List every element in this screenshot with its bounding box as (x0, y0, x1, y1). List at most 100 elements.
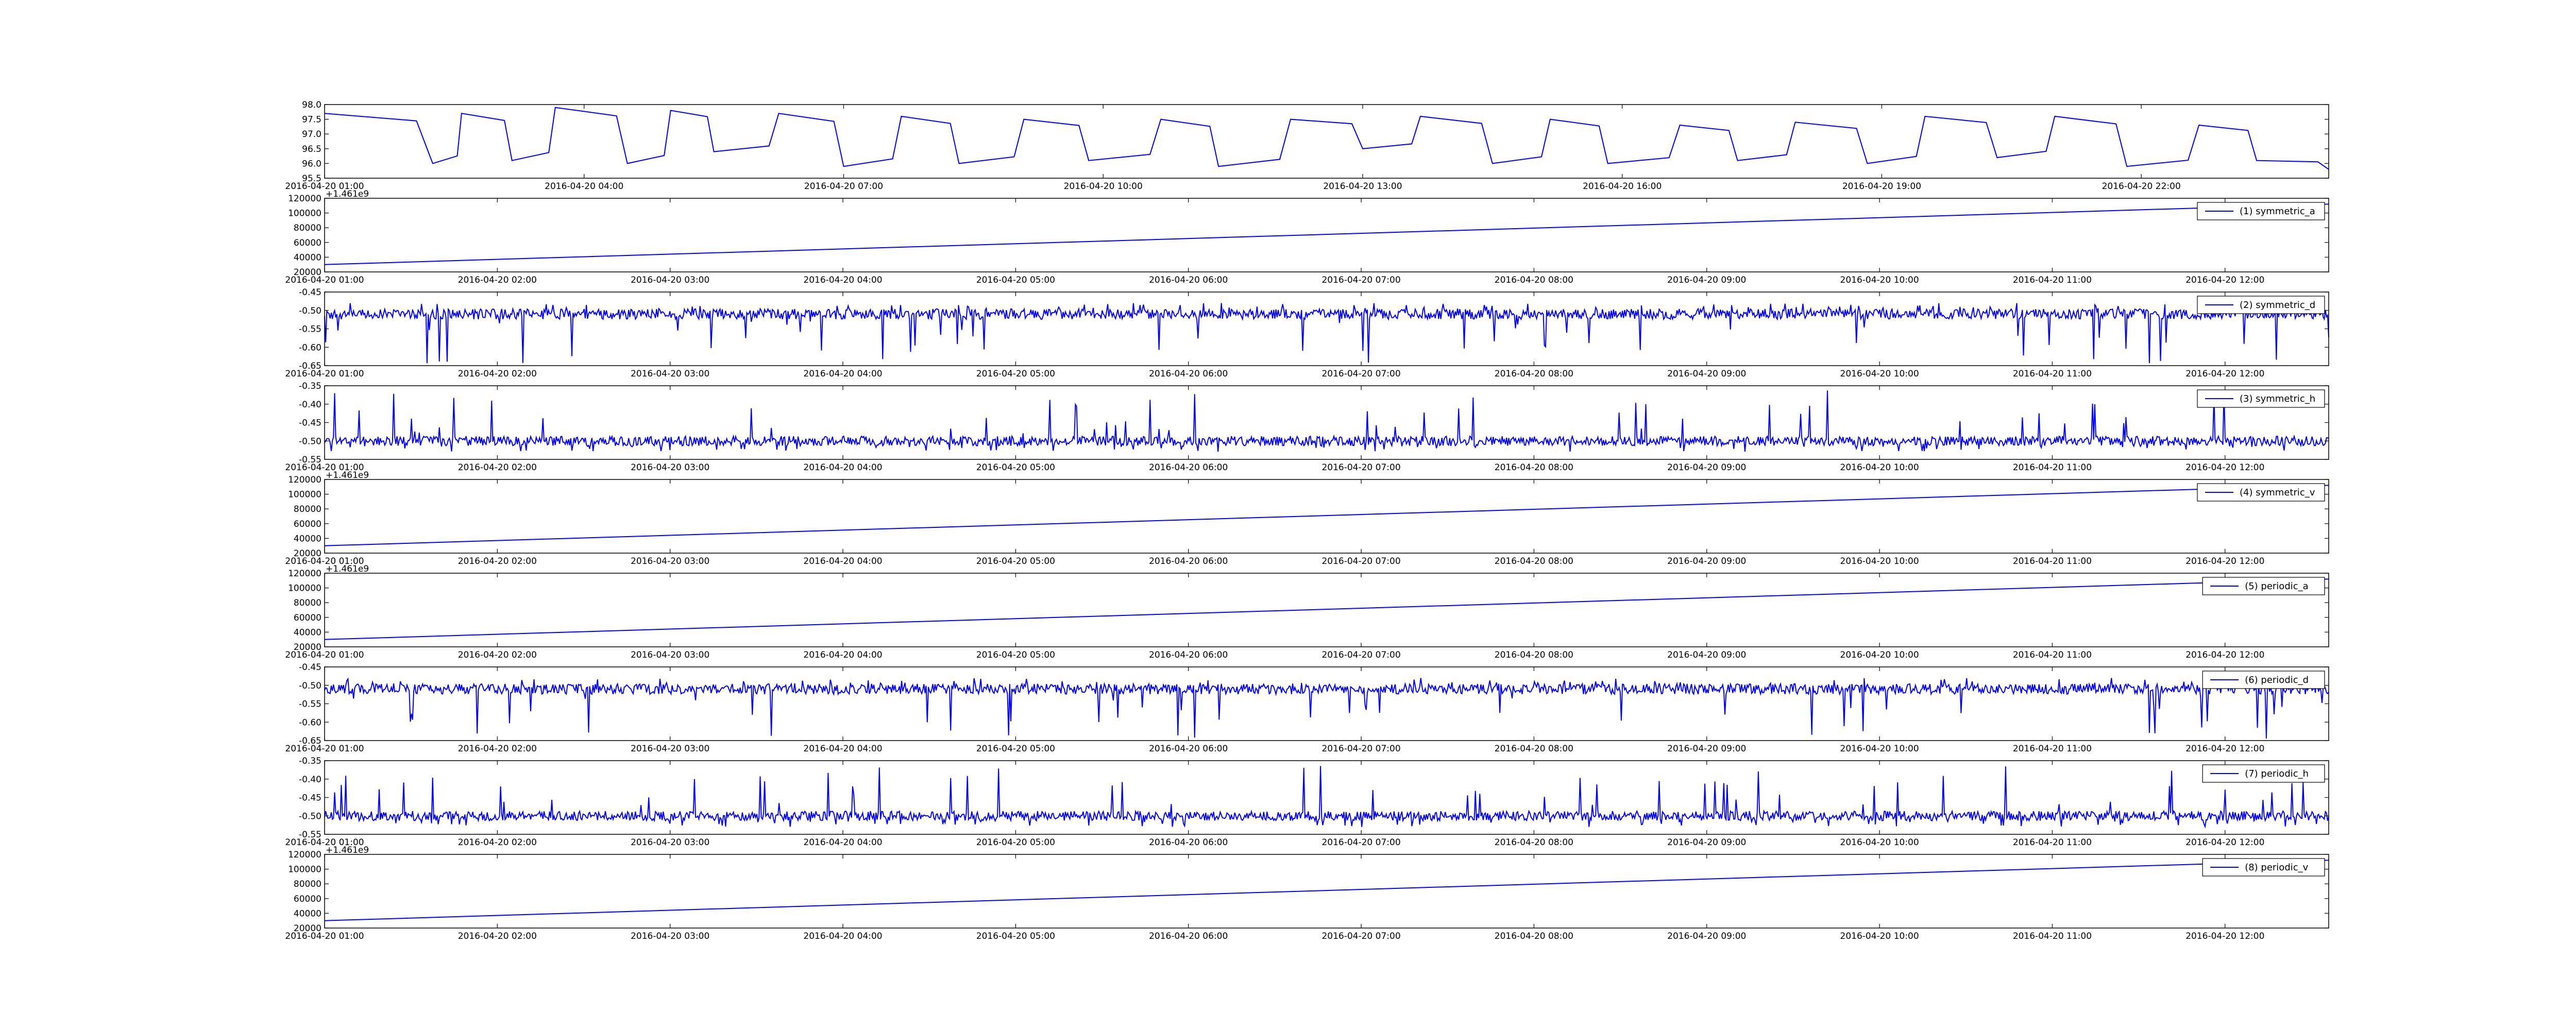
y-tick-label: 100000 (288, 865, 321, 875)
x-tick-label: 2016-04-20 07:00 (1321, 837, 1400, 848)
axis-offset-label: +1.461e9 (326, 845, 369, 855)
x-tick-label: 2016-04-20 04:00 (803, 931, 882, 941)
x-tick-label: 2016-04-20 01:00 (285, 650, 364, 660)
y-tick-label: 60000 (294, 519, 321, 529)
x-tick-label: 2016-04-20 10:00 (1840, 275, 1919, 285)
axes-frame (324, 573, 2329, 647)
x-tick-label: 2016-04-20 12:00 (2185, 650, 2264, 660)
x-tick-label: 2016-04-20 12:00 (2185, 369, 2264, 379)
x-tick-label: 2016-04-20 11:00 (2013, 275, 2092, 285)
x-tick-label: 2016-04-20 11:00 (2013, 650, 2092, 660)
x-tick-label: 2016-04-20 16:00 (1583, 181, 1662, 192)
x-tick-label: 2016-04-20 02:00 (458, 462, 537, 473)
x-tick-label: 2016-04-20 02:00 (458, 744, 537, 754)
x-tick-label: 2016-04-20 02:00 (458, 931, 537, 941)
x-tick-label: 2016-04-20 11:00 (2013, 369, 2092, 379)
series-line (324, 860, 2329, 921)
x-tick-label: 2016-04-20 03:00 (631, 744, 709, 754)
y-tick-label: 120000 (288, 569, 321, 579)
x-tick-label: 2016-04-20 05:00 (976, 462, 1055, 473)
x-tick-label: 2016-04-20 10:00 (1840, 462, 1919, 473)
y-tick-label: -0.35 (299, 381, 321, 391)
x-tick-label: 2016-04-20 09:00 (1667, 650, 1746, 660)
x-tick-label: 2016-04-20 04:00 (803, 556, 882, 566)
panel-3: -0.65-0.60-0.55-0.50-0.452016-04-20 01:0… (285, 287, 2329, 379)
legend-label: (6) periodic_d (2245, 675, 2309, 685)
x-tick-label: 2016-04-20 12:00 (2185, 462, 2264, 473)
x-tick-label: 2016-04-20 02:00 (458, 275, 537, 285)
x-tick-label: 2016-04-20 22:00 (2102, 181, 2181, 192)
panel-7: -0.65-0.60-0.55-0.50-0.452016-04-20 01:0… (285, 662, 2329, 754)
y-tick-label: -0.50 (299, 681, 321, 691)
x-tick-label: 2016-04-20 07:00 (1321, 931, 1400, 941)
y-tick-label: 80000 (294, 223, 321, 233)
x-tick-label: 2016-04-20 06:00 (1149, 556, 1228, 566)
x-tick-label: 2016-04-20 11:00 (2013, 931, 2092, 941)
x-tick-label: 2016-04-20 05:00 (976, 744, 1055, 754)
axes-frame (324, 854, 2329, 929)
y-tick-label: 60000 (294, 238, 321, 248)
x-tick-label: 2016-04-20 06:00 (1149, 275, 1228, 285)
panel-4: -0.55-0.50-0.45-0.40-0.352016-04-20 01:0… (285, 381, 2329, 473)
x-tick-label: 2016-04-20 03:00 (631, 462, 709, 473)
x-tick-label: 2016-04-20 09:00 (1667, 462, 1746, 473)
y-tick-label: 96.5 (302, 144, 321, 154)
x-tick-label: 2016-04-20 05:00 (976, 931, 1055, 941)
y-tick-label: -0.60 (299, 717, 321, 728)
x-tick-label: 2016-04-20 09:00 (1667, 931, 1746, 941)
y-tick-label: 120000 (288, 850, 321, 860)
x-tick-label: 2016-04-20 08:00 (1495, 462, 1573, 473)
x-tick-label: 2016-04-20 03:00 (631, 650, 709, 660)
x-tick-label: 2016-04-20 05:00 (976, 275, 1055, 285)
x-tick-label: 2016-04-20 03:00 (631, 931, 709, 941)
panel-8: -0.55-0.50-0.45-0.40-0.352016-04-20 01:0… (285, 756, 2329, 848)
y-tick-label: 60000 (294, 894, 321, 904)
y-tick-label: -0.50 (299, 436, 321, 447)
y-tick-label: 120000 (288, 194, 321, 204)
x-tick-label: 2016-04-20 08:00 (1495, 744, 1573, 754)
x-tick-label: 2016-04-20 04:00 (803, 650, 882, 660)
x-tick-label: 2016-04-20 10:00 (1064, 181, 1143, 192)
x-tick-label: 2016-04-20 07:00 (804, 181, 883, 192)
x-tick-label: 2016-04-20 09:00 (1667, 744, 1746, 754)
axes-frame (324, 291, 2329, 366)
y-tick-label: -0.40 (299, 775, 321, 785)
axes-frame (324, 666, 2329, 741)
x-tick-label: 2016-04-20 04:00 (803, 744, 882, 754)
x-tick-label: 2016-04-20 07:00 (1321, 369, 1400, 379)
y-tick-label: 100000 (288, 209, 321, 219)
axes-frame (324, 479, 2329, 554)
x-tick-label: 2016-04-20 11:00 (2013, 556, 2092, 566)
y-tick-label: -0.45 (299, 793, 321, 803)
axis-offset-label: +1.461e9 (326, 189, 369, 199)
x-tick-label: 2016-04-20 06:00 (1149, 462, 1228, 473)
series-line (324, 203, 2329, 265)
x-tick-label: 2016-04-20 07:00 (1321, 556, 1400, 566)
x-tick-label: 2016-04-20 05:00 (976, 556, 1055, 566)
series-line (324, 578, 2329, 640)
x-tick-label: 2016-04-20 06:00 (1149, 369, 1228, 379)
y-tick-label: 80000 (294, 879, 321, 889)
x-tick-label: 2016-04-20 03:00 (631, 275, 709, 285)
x-tick-label: 2016-04-20 01:00 (285, 275, 364, 285)
x-tick-label: 2016-04-20 09:00 (1667, 369, 1746, 379)
y-tick-label: -0.45 (299, 662, 321, 673)
series-line (324, 303, 2329, 364)
y-tick-label: -0.50 (299, 306, 321, 316)
x-tick-label: 2016-04-20 01:00 (285, 369, 364, 379)
x-tick-label: 2016-04-20 07:00 (1321, 650, 1400, 660)
x-tick-label: 2016-04-20 12:00 (2185, 931, 2264, 941)
x-tick-label: 2016-04-20 04:00 (803, 369, 882, 379)
x-tick-label: 2016-04-20 02:00 (458, 650, 537, 660)
x-tick-label: 2016-04-20 09:00 (1667, 275, 1746, 285)
x-tick-label: 2016-04-20 02:00 (458, 837, 537, 848)
x-tick-label: 2016-04-20 11:00 (2013, 837, 2092, 848)
panel-9: 200004000060000800001000001200002016-04-… (285, 845, 2329, 941)
panel-1: 95.596.096.597.097.598.02016-04-20 01:00… (285, 100, 2329, 192)
x-tick-label: 2016-04-20 12:00 (2185, 275, 2264, 285)
x-tick-label: 2016-04-20 03:00 (631, 556, 709, 566)
x-tick-label: 2016-04-20 03:00 (631, 369, 709, 379)
legend-label: (2) symmetric_d (2240, 300, 2315, 311)
legend-label: (8) periodic_v (2245, 862, 2308, 873)
x-tick-label: 2016-04-20 11:00 (2013, 462, 2092, 473)
